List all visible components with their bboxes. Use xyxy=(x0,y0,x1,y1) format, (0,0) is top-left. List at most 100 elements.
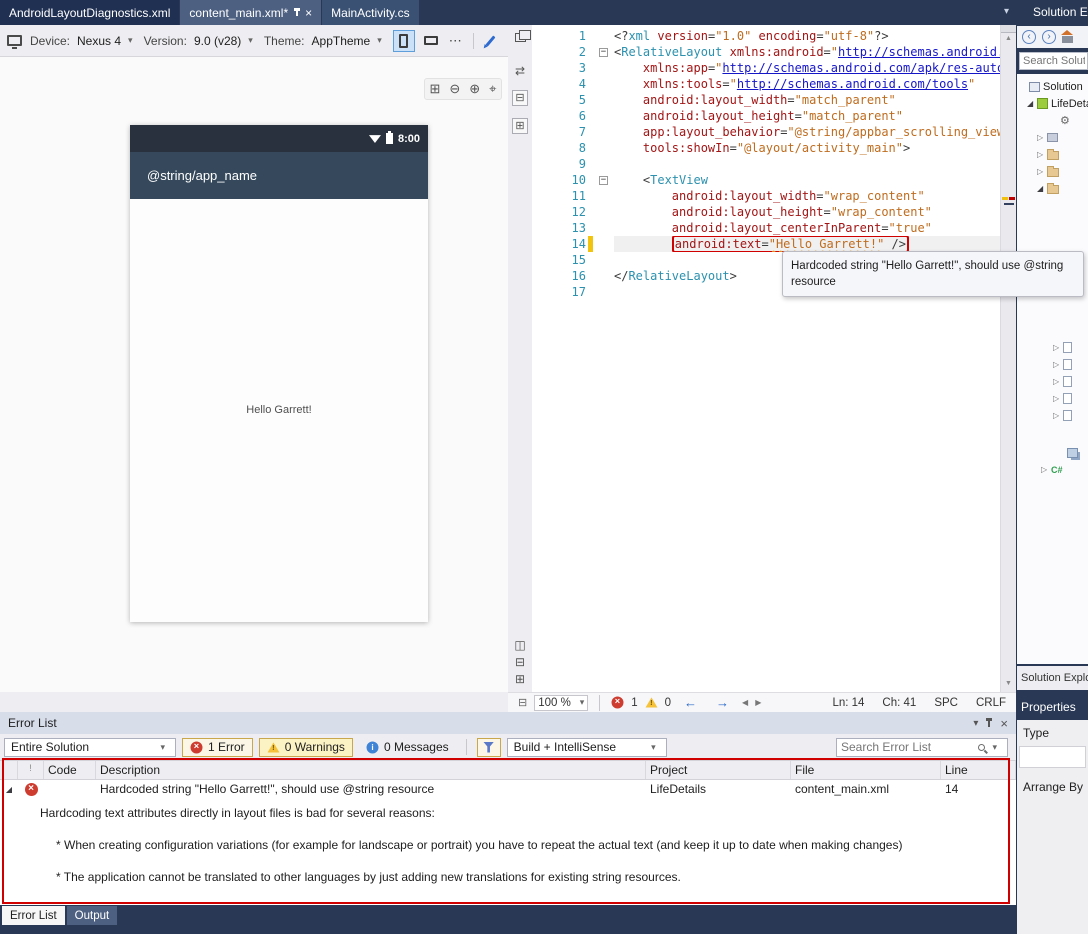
scroll-down-icon[interactable]: ▼ xyxy=(1001,678,1016,690)
pin-icon[interactable] xyxy=(988,719,990,727)
designer-splitter-strip[interactable]: ⇄ ⊟ ⊞ ◫ ⊟ ⊞ xyxy=(508,25,532,692)
expander-closed-icon[interactable]: ▷ xyxy=(1053,394,1063,403)
tree-item[interactable]: ▷ xyxy=(1017,373,1088,390)
expander-closed-icon[interactable]: ▷ xyxy=(1053,360,1063,369)
tree-item[interactable]: ◢ xyxy=(1017,180,1088,197)
column-header-description[interactable]: Description xyxy=(96,761,646,779)
error-search-box[interactable]: ▾ xyxy=(836,738,1008,757)
theme-value[interactable]: AppTheme xyxy=(312,34,371,48)
solution-explorer-bottom-tab[interactable]: Solution Explorer xyxy=(1017,666,1088,690)
code-line[interactable]: 13 android:layout_centerInParent="true" xyxy=(532,220,1000,236)
filter-button[interactable] xyxy=(477,738,501,757)
horizontal-split-icon[interactable]: ⊟ xyxy=(515,655,525,669)
expander-open-icon[interactable]: ◢ xyxy=(1027,99,1037,108)
scope-filter-dropdown[interactable]: Entire Solution ▾ xyxy=(4,738,176,757)
navigate-forward-icon[interactable]: → xyxy=(716,695,729,710)
tree-item[interactable]: ▷ xyxy=(1017,339,1088,356)
source-view-icon[interactable]: ⊞ xyxy=(512,118,528,134)
code-line[interactable]: 12 android:layout_height="wrap_content" xyxy=(532,204,1000,220)
expander-closed-icon[interactable]: ▷ xyxy=(1037,167,1047,176)
vertical-split-icon[interactable]: ◫ xyxy=(514,638,525,652)
expander-column-header[interactable] xyxy=(0,761,18,779)
home-icon[interactable] xyxy=(1062,36,1073,43)
editor-margin-icon[interactable]: ⊟ xyxy=(518,696,527,709)
tab-mainactivity[interactable]: MainActivity.cs xyxy=(322,0,418,25)
row-expander-icon[interactable]: ◢ xyxy=(0,785,18,794)
zoom-in-icon[interactable]: ⊕ xyxy=(469,81,480,97)
fold-collapse-icon[interactable]: − xyxy=(599,176,608,185)
chevron-down-icon[interactable]: ▾ xyxy=(992,742,997,753)
code-line[interactable]: 11 android:layout_width="wrap_content" xyxy=(532,188,1000,204)
expander-closed-icon[interactable]: ▷ xyxy=(1041,465,1051,474)
tree-item[interactable]: ◢LifeDetails xyxy=(1017,95,1088,112)
column-header-line[interactable]: Line xyxy=(941,761,1016,779)
error-search-input[interactable] xyxy=(839,739,978,755)
tree-item[interactable]: ▷ xyxy=(1017,146,1088,163)
swap-panes-icon[interactable]: ⇄ xyxy=(515,64,525,78)
expander-closed-icon[interactable]: ▷ xyxy=(1037,150,1047,159)
window-chevron-down-icon[interactable]: ▾ xyxy=(1004,6,1009,17)
expander-closed-icon[interactable]: ▷ xyxy=(1053,377,1063,386)
chevron-down-icon[interactable]: ▾ xyxy=(128,35,133,46)
tree-item[interactable]: ▷ xyxy=(1017,129,1088,146)
code-line[interactable]: 4 xmlns:tools="http://schemas.android.co… xyxy=(532,76,1000,92)
forward-icon[interactable]: › xyxy=(1042,30,1056,44)
code-line[interactable]: 5 android:layout_width="match_parent" xyxy=(532,92,1000,108)
code-line[interactable]: 14 android:text="Hello Garrett!" /> xyxy=(532,236,1000,252)
tree-item[interactable]: ▷ xyxy=(1017,163,1088,180)
preview-textview[interactable]: Hello Garrett! xyxy=(130,404,428,416)
expander-closed-icon[interactable]: ▷ xyxy=(1053,411,1063,420)
code-line[interactable]: 3 xmlns:app="http://schemas.android.com/… xyxy=(532,60,1000,76)
zoom-select[interactable]: 100 % ▾ xyxy=(534,695,588,711)
expander-closed-icon[interactable]: ▷ xyxy=(1053,343,1063,352)
code-line[interactable]: 7 app:layout_behavior="@string/appbar_sc… xyxy=(532,124,1000,140)
code-line[interactable]: 9 xyxy=(532,156,1000,172)
solution-search-box[interactable] xyxy=(1019,52,1088,70)
error-list-titlebar[interactable]: Error List ▾ × xyxy=(0,712,1016,734)
expander-open-icon[interactable]: ◢ xyxy=(1037,184,1047,193)
landscape-orientation-button[interactable] xyxy=(420,30,442,52)
tab-androidlayoutdiagnostics[interactable]: AndroidLayoutDiagnostics.xml xyxy=(0,0,179,25)
code-line[interactable]: 10− <TextView xyxy=(532,172,1000,188)
fold-collapse-icon[interactable]: − xyxy=(599,48,608,57)
splitter-grip[interactable] xyxy=(1001,25,1016,33)
window-position-icon[interactable]: ▾ xyxy=(973,718,978,729)
column-header-file[interactable]: File xyxy=(791,761,941,779)
version-value[interactable]: 9.0 (v28) xyxy=(194,34,241,48)
tree-item[interactable]: ⚙ xyxy=(1017,112,1088,129)
code-line[interactable]: 6 android:layout_height="match_parent" xyxy=(532,108,1000,124)
tree-item[interactable]: ▷ xyxy=(1017,407,1088,424)
design-view-icon[interactable]: ⊟ xyxy=(512,90,528,106)
xml-code-editor[interactable]: 1<?xml version="1.0" encoding="utf-8"?>2… xyxy=(532,25,1000,692)
property-value-box[interactable] xyxy=(1019,746,1086,768)
chevron-down-icon[interactable]: ▾ xyxy=(248,35,253,46)
warnings-filter-button[interactable]: 0 Warnings xyxy=(259,738,353,757)
tree-item[interactable] xyxy=(1017,444,1088,461)
expander-closed-icon[interactable]: ▷ xyxy=(1037,133,1047,142)
chevron-down-icon[interactable]: ▾ xyxy=(377,35,382,46)
portrait-orientation-button[interactable] xyxy=(393,30,415,52)
solution-search-input[interactable] xyxy=(1020,54,1087,68)
column-header-code[interactable]: Code xyxy=(44,761,96,779)
preview-body[interactable]: Hello Garrett! xyxy=(130,199,428,622)
search-icon[interactable] xyxy=(978,744,985,751)
grid-icon[interactable]: ⊞ xyxy=(429,81,440,97)
code-line[interactable]: 2−<RelativeLayout xmlns:android="http://… xyxy=(532,44,1000,60)
close-icon[interactable]: × xyxy=(305,8,312,18)
navigate-back-icon[interactable]: ← xyxy=(684,695,697,710)
device-value[interactable]: Nexus 4 xyxy=(77,34,121,48)
tree-item[interactable]: ▷C# xyxy=(1017,461,1088,478)
column-header-project[interactable]: Project xyxy=(646,761,791,779)
android-device-preview[interactable]: 8:00 @string/app_name Hello Garrett! xyxy=(130,125,428,622)
tab-content-main[interactable]: content_main.xml* × xyxy=(180,0,321,25)
severity-column-header[interactable]: ! xyxy=(18,761,44,779)
grid-split-icon[interactable]: ⊞ xyxy=(515,672,525,686)
close-icon[interactable]: × xyxy=(1000,716,1008,731)
layout-designer-surface[interactable]: ⊞ ⊖ ⊕ ⌖ 8:00 @string/app_name Hello Garr… xyxy=(0,57,508,692)
messages-filter-button[interactable]: 0 Messages xyxy=(359,738,456,757)
next-issue-icon[interactable]: ▶ xyxy=(755,698,761,707)
prev-issue-icon[interactable]: ◀ xyxy=(742,698,748,707)
overflow-icon[interactable]: ⋯ xyxy=(449,33,462,49)
zoom-out-icon[interactable]: ⊖ xyxy=(449,81,460,97)
tree-item[interactable]: Solution xyxy=(1017,78,1088,95)
